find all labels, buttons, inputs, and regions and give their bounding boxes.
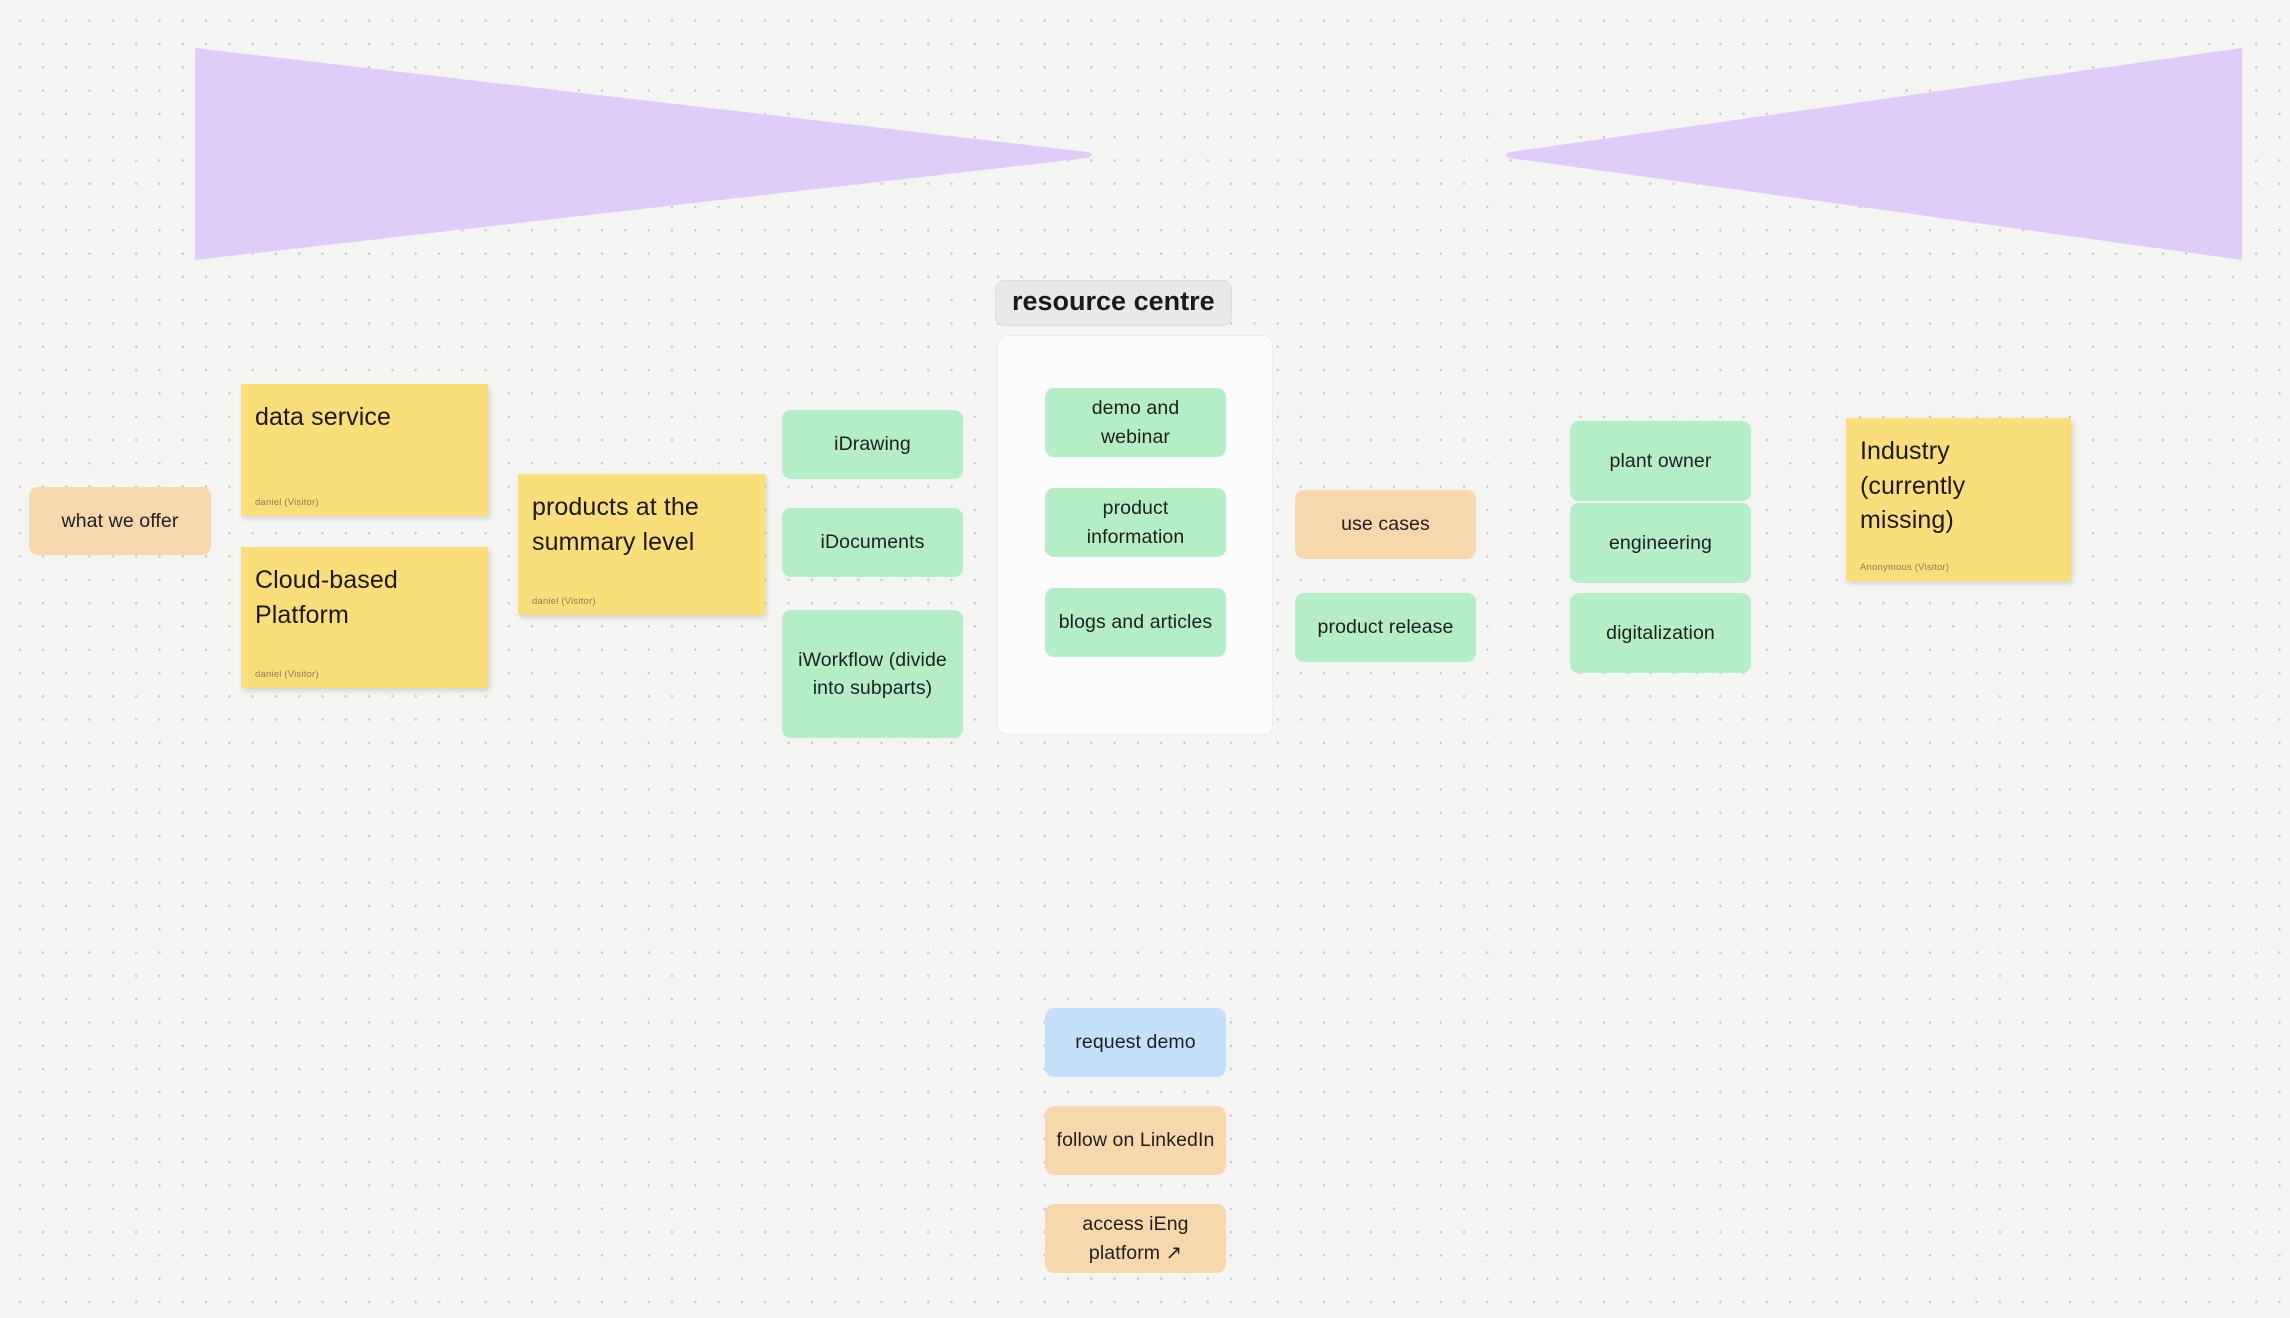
card-request-demo[interactable]: request demo: [1045, 1008, 1226, 1077]
card-access-ieng-platform-label: access iEng platform ↗: [1082, 1213, 1189, 1264]
card-plant-owner-label: plant owner: [1609, 449, 1712, 472]
card-blogs-and-articles-label: blogs and articles: [1058, 611, 1213, 634]
card-product-release-label: product release: [1317, 616, 1454, 639]
card-idocuments[interactable]: iDocuments: [782, 508, 963, 577]
purple-wedge-right-shape[interactable]: [1502, 48, 2242, 260]
card-idrawing[interactable]: iDrawing: [782, 410, 963, 479]
sticky-note-text: Cloud-based Platform: [255, 566, 398, 629]
sticky-note-text: Industry (currently missing): [1860, 437, 1966, 534]
sticky-note-products-summary-level[interactable]: products at the summary level daniel (Vi…: [518, 474, 765, 615]
sticky-note-author: daniel (Visitor): [255, 668, 319, 680]
card-blogs-and-articles[interactable]: blogs and articles: [1045, 588, 1226, 657]
card-plant-owner[interactable]: plant owner: [1570, 421, 1751, 501]
card-digitalization[interactable]: digitalization: [1570, 593, 1751, 673]
card-demo-and-webinar-label: demo and webinar: [1091, 397, 1180, 448]
card-idrawing-label: iDrawing: [834, 433, 911, 456]
card-iworkflow-label: iWorkflow (divide into subparts): [798, 648, 947, 699]
sticky-note-author: Anonymous (Visitor): [1860, 561, 1950, 573]
card-engineering-label: engineering: [1608, 531, 1713, 554]
sticky-note-industry-missing[interactable]: Industry (currently missing) Anonymous (…: [1846, 418, 2071, 581]
card-digitalization-label: digitalization: [1606, 621, 1715, 644]
card-follow-on-linkedin[interactable]: follow on LinkedIn: [1045, 1106, 1226, 1175]
card-iworkflow[interactable]: iWorkflow (divide into subparts): [782, 610, 963, 738]
card-what-we-offer[interactable]: what we offer: [29, 487, 211, 555]
sticky-note-text: products at the summary level: [532, 493, 699, 556]
card-product-release[interactable]: product release: [1295, 593, 1476, 662]
sticky-note-author: daniel (Visitor): [255, 496, 319, 508]
sticky-note-author: daniel (Visitor): [532, 595, 596, 607]
sticky-note-text: data service: [255, 403, 391, 431]
frame-title-label: resource centre: [1012, 286, 1215, 316]
card-follow-on-linkedin-label: follow on LinkedIn: [1056, 1129, 1215, 1152]
card-request-demo-label: request demo: [1075, 1031, 1196, 1054]
card-use-cases[interactable]: use cases: [1295, 490, 1476, 559]
card-product-information[interactable]: product information: [1045, 488, 1226, 557]
card-product-information-label: product information: [1086, 497, 1185, 548]
purple-wedge-left-shape[interactable]: [195, 48, 1095, 260]
card-use-cases-label: use cases: [1341, 513, 1430, 536]
card-idocuments-label: iDocuments: [820, 531, 925, 554]
sticky-note-data-service[interactable]: data service daniel (Visitor): [241, 384, 488, 516]
sticky-note-cloud-based-platform[interactable]: Cloud-based Platform daniel (Visitor): [241, 547, 488, 688]
frame-title-resource-centre[interactable]: resource centre: [995, 280, 1232, 326]
whiteboard-canvas[interactable]: what we offer data service daniel (Visit…: [0, 0, 2290, 1318]
card-demo-and-webinar[interactable]: demo and webinar: [1045, 388, 1226, 457]
card-access-ieng-platform[interactable]: access iEng platform ↗: [1045, 1204, 1226, 1273]
card-engineering[interactable]: engineering: [1570, 503, 1751, 583]
card-what-we-offer-label: what we offer: [61, 509, 179, 532]
